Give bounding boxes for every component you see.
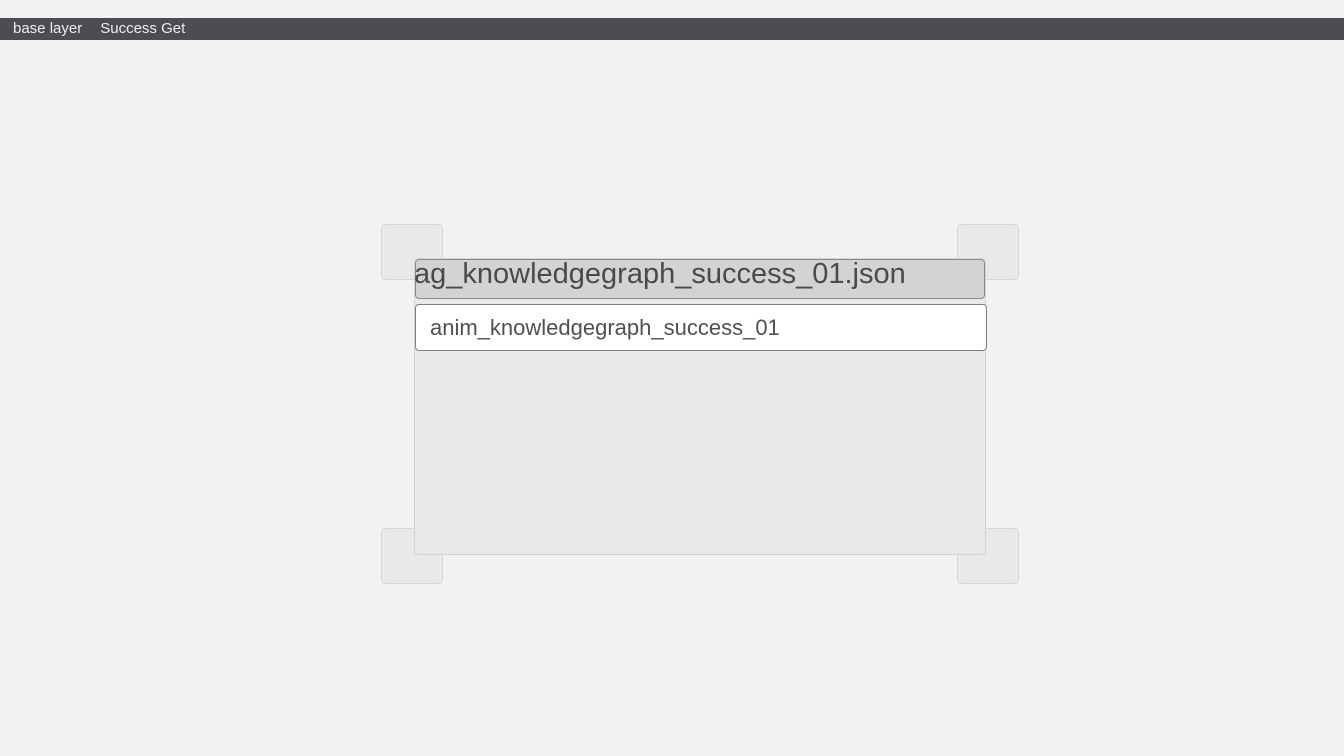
breadcrumb: base layer Success Get [0,18,1344,40]
breadcrumb-item-success-get[interactable]: Success Get [100,18,185,40]
file-header[interactable]: ag_knowledgegraph_success_01.json [414,258,985,299]
breadcrumb-item-base-layer[interactable]: base layer [13,18,82,40]
animation-panel: ag_knowledgegraph_success_01.json anim_k… [414,258,987,555]
animation-name-field[interactable]: anim_knowledgegraph_success_01 [415,304,987,351]
file-title: ag_knowledgegraph_success_01.json [414,258,906,290]
